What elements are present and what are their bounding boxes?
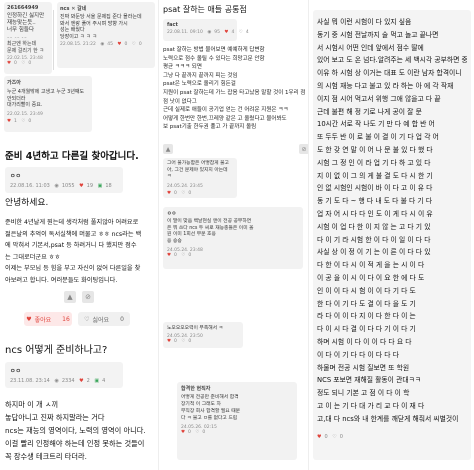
comment-date: 24.05.24. 23:45: [167, 183, 203, 189]
post-author: ㅇㅇ: [10, 368, 22, 375]
comment-card: ncs ✕ 갈네 진짜 봐둔당 서울 문제집 준다 몰라는데 봐서 엔랑 풀어 …: [57, 2, 155, 68]
heart-icon[interactable]: ♥: [224, 30, 228, 35]
comment-votes: ♥0 ♡0: [317, 434, 343, 440]
post-meta-card: ㅇㅇ 22.08.16. 11:03 ◉ 1055 ♥ 19 ▣ 18: [5, 167, 123, 193]
comment-text: 어떻게 전공만 준비해서 합격 장기적 이 그래도 차 무직장 회사 합격할 필…: [181, 395, 241, 421]
comment-votes: ♥0 ♡0: [167, 190, 192, 196]
comment-text: 그어 불가능함은 어떻잡게 불고 아, 그건 문제야 있지지 아는데 ㅋ: [167, 161, 229, 179]
right-column: 사실 뭐 이런 시험이 다 있지 싶음 동기 중 시험 전날까지 술 먹고 놀고…: [308, 0, 474, 470]
like-button[interactable]: ♥ 좋아요 16: [24, 312, 72, 326]
post-meta-card: fact 22.08.11. 09:10 ◉ 95 ♥ 4 ♡ 4: [163, 19, 249, 41]
post-body: psat 잘하는 방법 물어보면 예예하게 답변함 노력으로 점수 올릴 수 있…: [163, 47, 306, 131]
broken-heart-icon[interactable]: ♡: [181, 191, 185, 196]
heart-icon[interactable]: ♥: [7, 119, 11, 124]
heart-icon[interactable]: ♥: [117, 42, 121, 47]
heart-icon: ♥: [26, 315, 32, 323]
broken-heart-icon[interactable]: ♡: [21, 61, 25, 66]
comment-icon[interactable]: ▣: [94, 378, 99, 384]
broken-heart-icon[interactable]: ♡: [239, 30, 243, 35]
comment-nick: 261664949: [7, 5, 39, 11]
broken-heart-icon[interactable]: ♡: [181, 339, 185, 344]
comment-card: 그어 불가능함은 어떻잡게 불고 아, 그건 문제야 있지지 아는데 ㅋ 24.…: [163, 158, 237, 198]
comment-text: 인정하긴 싫지만 재능맞는듯.. 너무 힘들다: [7, 13, 45, 34]
post-title: ncs 어떻게 준비하나고?: [5, 345, 108, 356]
post-greeting: 안녕하세요.: [5, 198, 49, 208]
comment-votes: ♥0 ♡0: [167, 253, 192, 258]
comment-text: 사실 뭐 이런 시험이 다 있지 싶음 동기 중 시험 전날까지 술 먹고 놀고…: [317, 18, 467, 423]
broken-heart-icon[interactable]: ♡: [195, 430, 199, 435]
eye-icon: ◉: [54, 183, 59, 189]
comment-votes: ♥ 1 ♡ 0: [7, 118, 32, 124]
heart-icon[interactable]: ♥: [167, 253, 171, 258]
comment-card: 노오오오오력이 부족해서 ㅋ 24.05.24. 23:50 ♥ 0 ♡ 0: [163, 322, 243, 348]
thread-line: [53, 10, 54, 70]
comment-card: 최근엔 하는데 문제 걸리기 한 ㅋ 22.02.15. 23:48 ♥ 0 ♡ 0: [4, 38, 52, 74]
broken-heart-icon[interactable]: ♡: [21, 119, 25, 124]
post-title: 준비 4년하고 다른길 찾아갑니다.: [5, 151, 139, 162]
post-body: 하지마 이 개 ㅅ끼 놓답아니고 진짜 하지말라는 거다 ncs는 재능의 영역…: [5, 400, 146, 461]
left-column: 261664949 인정하긴 싫지만 재능맞는듯.. 너무 힘들다 22.02.…: [0, 0, 158, 470]
post-meta: 22.08.16. 11:03 ◉ 1055 ♥ 19 ▣ 18: [10, 183, 112, 189]
comment-nick: ㅇㅇ: [167, 211, 177, 217]
post-meta: 23.11.08. 23:14 ◉ 2334 ♥ 2 ▣ 4: [10, 378, 106, 384]
dislike-button[interactable]: ♡ 싫어요 0: [78, 312, 130, 326]
middle-column: psat 잘하는 애들 공통점 fact 22.08.11. 09:10 ◉ 95…: [158, 0, 309, 470]
heart-icon[interactable]: ♥: [79, 378, 83, 384]
heart-icon[interactable]: ♥: [79, 183, 83, 189]
comment-text: 누군 4개월밖에 고생고 누군 3년째도 안되더라 대가리빨이 중요.: [7, 89, 85, 108]
comment-icon[interactable]: ▣: [98, 183, 103, 189]
comment-text: 노오오오오력이 부족해서 ㅋ: [167, 326, 224, 331]
comment-votes: ♥0 ♡0: [7, 61, 32, 66]
broken-heart-icon: ♡: [84, 315, 90, 323]
comment-meta: 22.08.15. 21:22 ◉ 45 ♥ 0 ♡ 0: [60, 42, 142, 47]
eye-icon: ◉: [54, 378, 59, 384]
more-button[interactable]: ▲: [163, 144, 173, 154]
share-button[interactable]: ⊘: [82, 291, 94, 303]
comment-votes: ♥0 ♡0: [167, 339, 192, 345]
comment-card: 사실 뭐 이런 시험이 다 있지 싶음 동기 중 시험 전날까지 술 먹고 놀고…: [313, 10, 471, 460]
comment-votes: ♥0 ♡0: [181, 430, 206, 435]
comment-nick: 합격한 현직자: [181, 386, 211, 392]
post-author: ㅇㅇ: [10, 173, 22, 180]
comment-text: 진짜 봐둔당 서울 문제집 준다 몰라는데 봐서 엔랑 풀어 주시며 방향 가시…: [60, 14, 142, 40]
post-title: psat 잘하는 애들 공통점: [163, 5, 247, 14]
heart-icon[interactable]: ♥: [167, 339, 171, 344]
comment-card: 가즈아 누군 4개월밖에 고생고 누군 3년째도 안되더라 대가리빨이 중요. …: [4, 76, 92, 132]
post-meta: 22.08.11. 09:10 ◉ 95 ♥ 4 ♡ 4: [167, 30, 249, 35]
broken-heart-icon[interactable]: ♡: [181, 253, 185, 258]
comment-nick: ncs ✕ 갈네: [60, 6, 87, 12]
report-button[interactable]: ▲: [64, 291, 76, 303]
comment-text: 이 말이 맞음 백날현실 앤이 전공 공부하면 은 뭐 쓰다 ncs 두 씨로 …: [167, 219, 254, 244]
heart-icon[interactable]: ♥: [7, 61, 11, 66]
broken-heart-icon[interactable]: ♡: [332, 434, 336, 440]
post-meta-card: ㅇㅇ 23.11.08. 23:14 ◉ 2334 ♥ 2 ▣ 4: [5, 362, 123, 388]
comment-date: 22.02.15. 23:49: [7, 111, 43, 117]
heart-icon[interactable]: ♥: [317, 434, 321, 440]
post-author: fact: [167, 22, 178, 28]
heart-icon[interactable]: ♥: [181, 430, 185, 435]
post-body: 준비한 4년날게 뭔는데 생각처럼 풀지않아 어려요로 젊은날의 추억이 독서실…: [5, 219, 142, 284]
heart-icon[interactable]: ♥: [167, 191, 171, 196]
comment-card: ㅇㅇ 이 말이 맞음 백날현실 앤이 전공 공부하면 은 뭐 쓰다 ncs 두 …: [163, 207, 303, 269]
broken-heart-icon[interactable]: ♡: [132, 42, 136, 47]
eye-icon: ◉: [207, 30, 212, 35]
eye-icon: ◉: [100, 42, 105, 47]
comment-nick: 가즈아: [7, 80, 21, 86]
comment-text: 최근엔 하는데 문제 걸리기 한 ㅋ: [7, 41, 44, 54]
comment-card: 합격한 현직자 어떻게 전공만 준비해서 합격 장기적 이 그래도 차 무직장 …: [177, 382, 297, 460]
